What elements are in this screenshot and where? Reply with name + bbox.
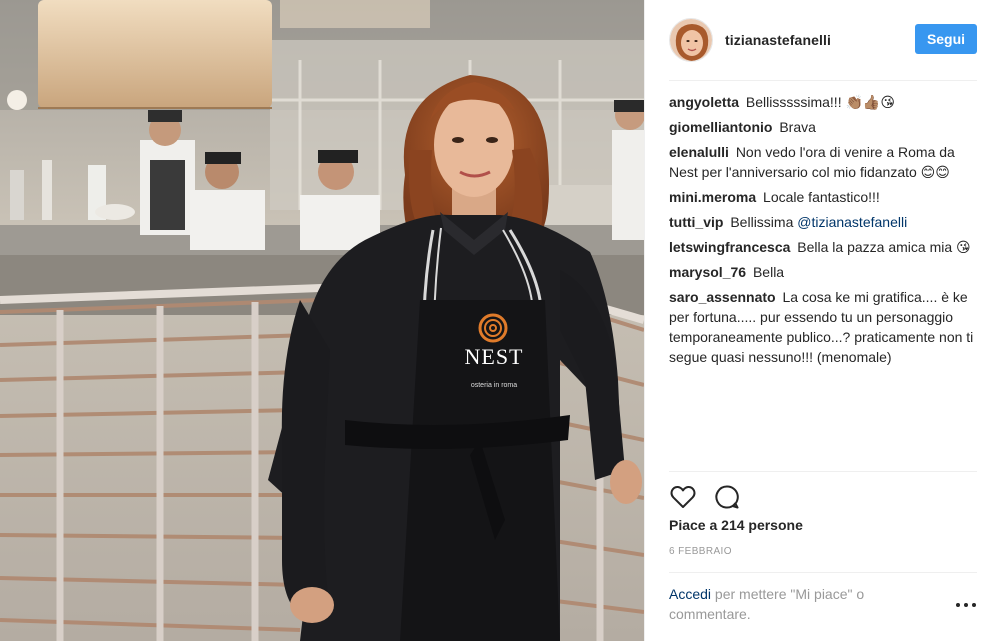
login-link[interactable]: Accedi (669, 586, 711, 602)
post-actions (669, 482, 757, 512)
actions-divider (669, 471, 977, 472)
login-prompt: Accedi per mettere "Mi piace" o commenta… (669, 584, 919, 624)
comment-item: marysol_76 Bella (669, 262, 981, 282)
apron-logo-subtitle: osteria in roma (470, 382, 518, 389)
comment-text: Brava (779, 119, 816, 135)
comment-mention-link[interactable]: @tizianastefanelli (797, 214, 907, 230)
post-side-panel: tizianastefanelli Segui angyoletta Belli… (644, 0, 1000, 641)
comment-username[interactable]: mini.meroma (669, 189, 756, 205)
ellipsis-icon[interactable] (956, 600, 976, 610)
comment-text: Bellissima (730, 214, 794, 230)
header-divider (669, 80, 977, 81)
post-header: tizianastefanelli Segui (669, 16, 977, 64)
comment-item: elenalulli Non vedo l'ora di venire a Ro… (669, 142, 981, 182)
chef-photo-illustration (0, 0, 644, 641)
comment-username[interactable]: elenalulli (669, 144, 729, 160)
comment-item: saro_assennato La cosa ke mi gratifica..… (669, 287, 981, 367)
pendant-lamp (38, 0, 272, 109)
comment-text: Bellisssssima!!! 👏🏽👍🏽😘 (745, 94, 895, 110)
comment-username[interactable]: giomelliantonio (669, 119, 772, 135)
comment-username[interactable]: angyoletta (669, 94, 739, 110)
comment-text: Locale fantastico!!! (763, 189, 880, 205)
apron-logo-text: NEST (464, 344, 524, 369)
comment-text: Bella la pazza amica mia 😘 (797, 239, 971, 255)
post-author-username[interactable]: tizianastefanelli (725, 32, 831, 48)
footer-divider (669, 572, 977, 573)
background-chef-4 (612, 100, 644, 240)
comment-list: angyoletta Bellisssssima!!! 👏🏽👍🏽😘 giomel… (669, 92, 981, 372)
comment-item: tutti_vip Bellissima @tizianastefanelli (669, 212, 981, 232)
likes-count[interactable]: Piace a 214 persone (669, 517, 803, 533)
comment-item: giomelliantonio Brava (669, 117, 981, 137)
comment-username[interactable]: saro_assennato (669, 289, 776, 305)
comment-item: mini.meroma Locale fantastico!!! (669, 187, 981, 207)
comment-username[interactable]: tutti_vip (669, 214, 723, 230)
speech-bubble-icon[interactable] (713, 483, 741, 511)
comment-username[interactable]: marysol_76 (669, 264, 746, 280)
comment-text: Bella (752, 264, 785, 280)
comment-item: letswingfrancesca Bella la pazza amica m… (669, 237, 981, 257)
heart-outline-icon[interactable] (669, 483, 697, 511)
comment-username[interactable]: letswingfrancesca (669, 239, 790, 255)
comment-item: angyoletta Bellisssssima!!! 👏🏽👍🏽😘 (669, 92, 981, 112)
follow-button[interactable]: Segui (915, 24, 977, 54)
post-date[interactable]: 6 FEBBRAIO (669, 546, 732, 557)
avatar[interactable] (669, 18, 713, 62)
avatar-image (670, 19, 712, 61)
post-photo: NEST osteria in roma (0, 0, 644, 641)
